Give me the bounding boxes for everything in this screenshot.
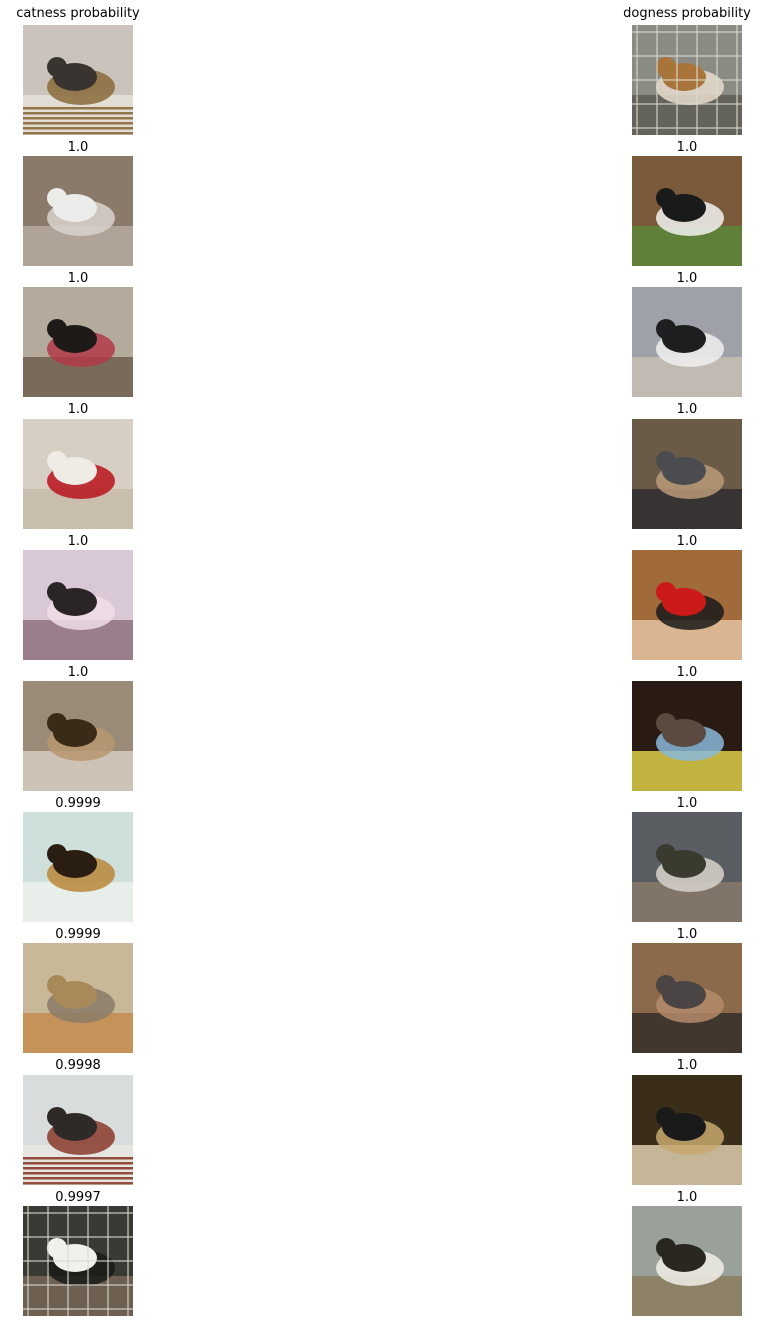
- left-probability-label: 1.0: [67, 534, 89, 549]
- catness-column-title: catness probability: [16, 6, 140, 21]
- left-thumbnail-image: [23, 812, 133, 922]
- left-probability-label: 0.9999: [55, 927, 101, 942]
- left-probability-label: 1.0: [67, 402, 89, 417]
- right-thumbnail-image: [632, 25, 742, 135]
- left-thumbnail-image: [23, 419, 133, 529]
- left-thumbnail-image: [23, 943, 133, 1053]
- right-thumbnail-image: [632, 1206, 742, 1316]
- right-probability-label: 1.0: [676, 402, 698, 417]
- right-probability-label: 1.0: [676, 1190, 698, 1205]
- right-probability-label: 1.0: [676, 796, 698, 811]
- dogness-column-title: dogness probability: [623, 6, 751, 21]
- left-probability-label: 1.0: [67, 665, 89, 680]
- left-thumbnail-image: [23, 681, 133, 791]
- right-probability-label: 1.0: [676, 1058, 698, 1073]
- right-thumbnail-image: [632, 419, 742, 529]
- left-thumbnail-image: [23, 25, 133, 135]
- left-thumbnail-image: [23, 156, 133, 266]
- left-thumbnail-image: [23, 287, 133, 397]
- left-thumbnail-image: [23, 1075, 133, 1185]
- right-probability-label: 1.0: [676, 140, 698, 155]
- right-thumbnail-image: [632, 1075, 742, 1185]
- right-probability-label: 1.0: [676, 271, 698, 286]
- right-probability-label: 1.0: [676, 534, 698, 549]
- right-thumbnail-image: [632, 287, 742, 397]
- right-probability-label: 1.0: [676, 665, 698, 680]
- left-probability-label: 1.0: [67, 271, 89, 286]
- right-probability-label: 1.0: [676, 927, 698, 942]
- right-thumbnail-image: [632, 943, 742, 1053]
- right-thumbnail-image: [632, 681, 742, 791]
- left-thumbnail-image: [23, 1206, 133, 1316]
- right-thumbnail-image: [632, 550, 742, 660]
- left-thumbnail-image: [23, 550, 133, 660]
- left-probability-label: 0.9999: [55, 796, 101, 811]
- right-thumbnail-image: [632, 156, 742, 266]
- left-probability-label: 1.0: [67, 140, 89, 155]
- left-probability-label: 0.9998: [55, 1058, 101, 1073]
- left-probability-label: 0.9997: [55, 1190, 101, 1205]
- right-thumbnail-image: [632, 812, 742, 922]
